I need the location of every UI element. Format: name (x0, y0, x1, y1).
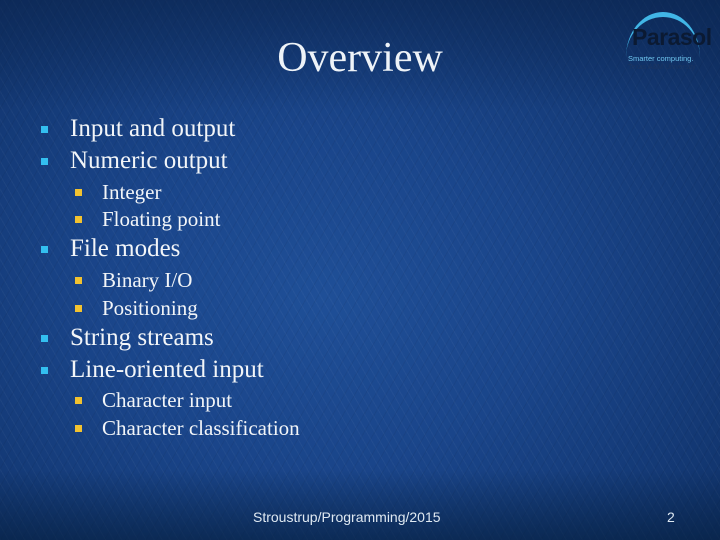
square-bullet-icon (41, 126, 48, 133)
sub-bullet-item: Positioning (75, 296, 198, 321)
square-bullet-icon (41, 335, 48, 342)
bullet-text: File modes (70, 235, 181, 262)
square-bullet-icon (75, 277, 82, 284)
square-bullet-icon (75, 425, 82, 432)
sub-bullet-item: Character input (75, 388, 233, 413)
bullet-item: Input and output (41, 115, 236, 143)
bullet-text: String streams (70, 324, 214, 351)
bullet-text: Numeric output (70, 147, 228, 174)
bullet-text: Integer (102, 180, 162, 204)
square-bullet-icon (41, 246, 48, 253)
bullet-text: Line-oriented input (70, 356, 264, 383)
bullet-item: Line-oriented input (41, 356, 264, 384)
square-bullet-icon (75, 216, 82, 223)
bullet-text: Positioning (102, 296, 198, 320)
slide-footer: Stroustrup/Programming/2015 (253, 509, 441, 525)
square-bullet-icon (75, 397, 82, 404)
bullet-item: Numeric output (41, 147, 228, 175)
sub-bullet-item: Floating point (75, 207, 221, 232)
logo-tagline: Smarter computing. (628, 54, 694, 63)
sub-bullet-item: Integer (75, 180, 162, 205)
bullet-item: File modes (41, 235, 181, 263)
square-bullet-icon (41, 367, 48, 374)
slide-title: Overview (277, 35, 443, 81)
bullet-item: String streams (41, 324, 214, 352)
square-bullet-icon (75, 189, 82, 196)
logo-brand: Parasol (632, 24, 712, 50)
bullet-text: Floating point (102, 207, 221, 231)
sub-bullet-item: Binary I/O (75, 268, 193, 293)
bullet-text: Character classification (102, 416, 300, 440)
parasol-logo: Parasol Smarter computing. Texas A&M Uni… (620, 8, 720, 71)
square-bullet-icon (41, 158, 48, 165)
bottom-shade (0, 470, 720, 540)
page-number: 2 (667, 509, 675, 525)
bullet-text: Binary I/O (102, 268, 193, 292)
square-bullet-icon (75, 305, 82, 312)
logo-institution: Texas A&M University (628, 64, 696, 71)
bullet-text: Input and output (70, 115, 236, 142)
sub-bullet-item: Character classification (75, 416, 300, 441)
bullet-text: Character input (102, 388, 233, 412)
